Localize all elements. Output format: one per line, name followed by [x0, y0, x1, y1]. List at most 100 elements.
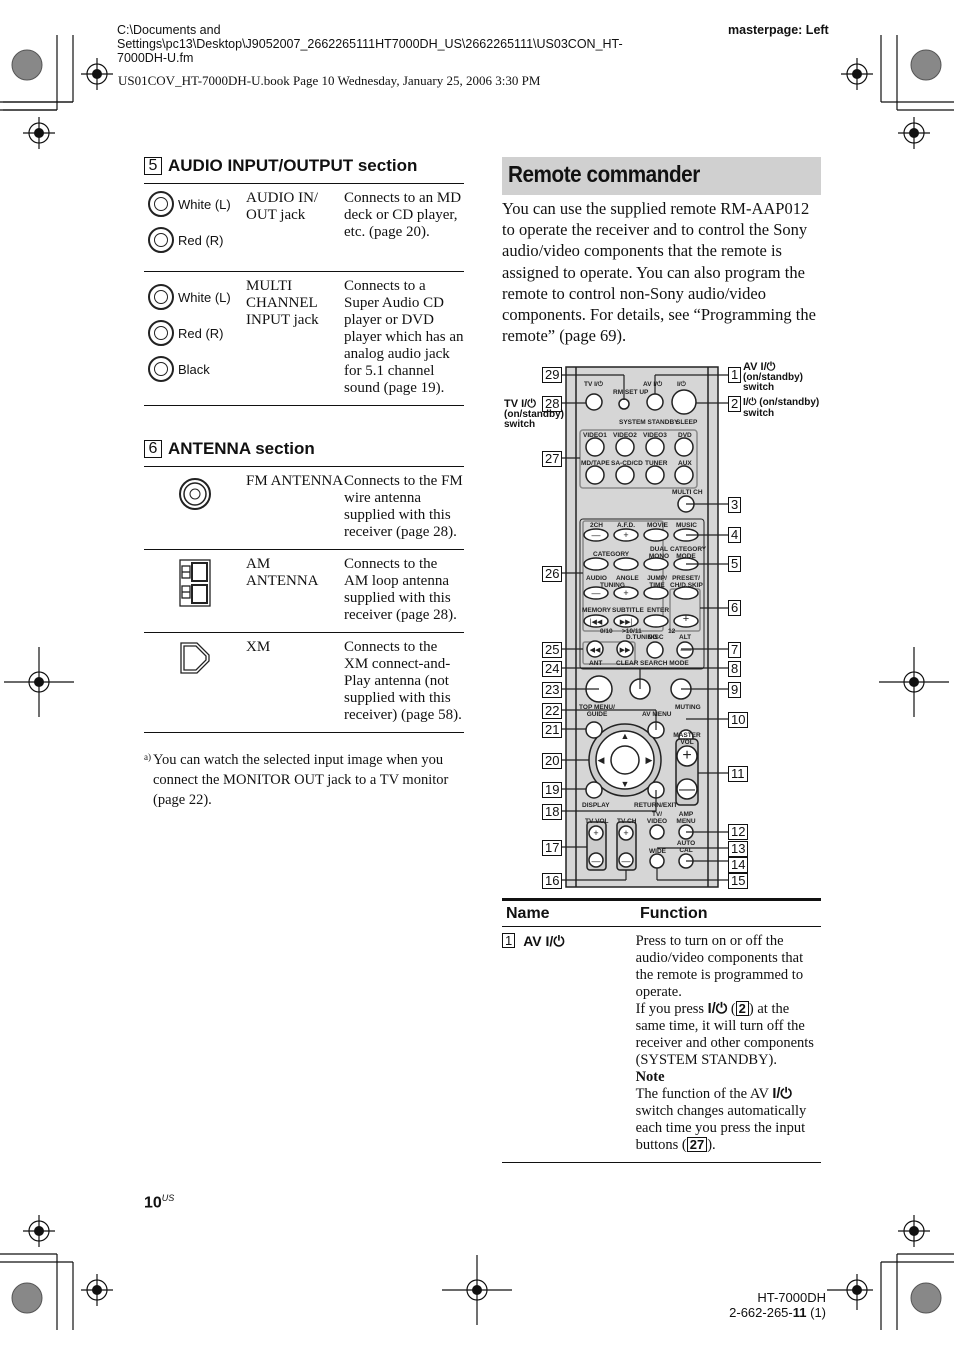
power-side-label: I/⏻ (on/standby) switch [743, 397, 819, 419]
function-desc: Press to turn on or off the audio/video … [636, 933, 821, 1154]
section-title: Remote commander [508, 161, 700, 187]
sleep-label: SLEEP [676, 419, 698, 426]
input-label: VIDEO1 [583, 432, 607, 439]
table-row: AM ANTENNA Connects to the AM loop anten… [144, 550, 464, 633]
rca-jack-icon [148, 284, 174, 310]
memory-label: MEMORY [582, 607, 612, 614]
callout-5: 5 [728, 556, 742, 572]
header-name: Name [506, 905, 550, 922]
path-line: C:\Documents and [117, 23, 221, 37]
tv-video-label: TV/ VIDEO [646, 811, 668, 825]
jump-time-label: JUMP/ TIME [647, 575, 667, 589]
footnote-text: You can watch the selected input image w… [153, 752, 449, 808]
svg-text:|◀◀: |◀◀ [590, 619, 603, 626]
callout-12: 12 [728, 824, 749, 840]
xm-connector-icon [180, 642, 210, 674]
item-ref: 2 [735, 1001, 749, 1016]
av-power-label: AV I/⏻ [643, 381, 663, 388]
masterpage-label: masterpage: Left [728, 23, 829, 37]
path-line: Settings\pc13\Desktop\J9052007_266226511… [117, 37, 623, 51]
svg-text:+: + [682, 747, 691, 764]
svg-text:—: — [592, 856, 601, 866]
sound-label: A.F.D. [617, 522, 636, 529]
svg-text:◀◀: ◀◀ [590, 647, 601, 654]
label-line: AV I/⏻ [743, 361, 776, 373]
callout-23: 23 [542, 682, 563, 698]
text-span: If you press [635, 1001, 708, 1017]
callout-16: 16 [542, 873, 563, 889]
input-label: AUX [678, 460, 692, 467]
callout-19: 19 [542, 782, 563, 798]
callout-22: 22 [542, 703, 563, 719]
rca-jack-icon [148, 191, 174, 217]
callout-13: 13 [728, 841, 749, 857]
callout-21: 21 [542, 722, 563, 738]
footnote-mark: a) [144, 752, 151, 762]
tv-ch-label: TV CH [617, 818, 637, 825]
audio-table: White (L) Red (R) AUDIO IN/ OUT jack Con… [144, 183, 464, 406]
callout-8: 8 [728, 661, 742, 677]
top-menu-label: TOP MENU/ GUIDE [579, 704, 615, 718]
rm-setup-label: RM SET UP [613, 389, 649, 396]
antenna-name: AM ANTENNA [246, 556, 319, 589]
callout-25: 25 [542, 642, 563, 658]
clear-label: CLEAR [616, 660, 639, 667]
item-ref: 27 [686, 1137, 708, 1152]
callout-7: 7 [728, 642, 742, 658]
callout-14: 14 [728, 857, 749, 873]
text-span: 11 [792, 1305, 807, 1320]
header-function: Function [640, 905, 708, 922]
callout-11: 11 [728, 766, 748, 782]
jack-name: AUDIO IN/ OUT jack [246, 190, 319, 223]
sound-label: MUSIC [676, 522, 697, 529]
disc-label: DISC [648, 634, 664, 641]
audio-section: 5 AUDIO INPUT/OUTPUT section White (L) R… [144, 156, 464, 406]
svg-text:—: — [679, 781, 695, 798]
alt-label: ALT [679, 634, 692, 641]
desc-paragraph: If you press I/⏻ (2) at the same time, i… [635, 1001, 814, 1068]
text-span: switch changes automatically each time y… [635, 1103, 807, 1153]
callout-2: 2 [728, 396, 742, 412]
svg-text:—: — [592, 530, 601, 540]
wide-label: WIDE [649, 848, 666, 855]
text-span: The function of the AV [635, 1086, 773, 1102]
text-span: (1) [806, 1305, 826, 1320]
av-power-side-label: AV I/⏻ (on/standby) switch [743, 362, 803, 394]
book-info: US01COV_HT-7000DH-U.book Page 10 Wednesd… [118, 73, 541, 88]
power-symbol: I/⏻ [707, 1001, 728, 1017]
callout-27: 27 [542, 451, 563, 467]
svg-text:▶▶: ▶▶ [620, 647, 631, 654]
jack-red: Red (R) [148, 227, 246, 253]
preset-label: PRESET/ CH/D.SKIP [670, 575, 703, 589]
tv-vol-label: TV VOL [585, 818, 609, 825]
footnote: a) You can watch the selected input imag… [144, 750, 464, 810]
svg-text:—: — [681, 644, 692, 656]
av-menu-label: AV MENU [642, 711, 672, 718]
jack-desc: Connects to an MD deck or CD player, etc… [344, 190, 462, 240]
jack-white: White (L) [148, 284, 246, 310]
antenna-table: FM ANTENNA Connects to the FM wire anten… [144, 466, 464, 733]
callout-29: 29 [542, 367, 563, 383]
svg-text:◀: ◀ [598, 755, 605, 765]
svg-text:+: + [623, 588, 628, 598]
fm-coax-connector-icon [179, 478, 211, 510]
page-suffix: US [161, 1193, 175, 1203]
text-span: ). [707, 1137, 716, 1153]
desc-paragraph: Press to turn on or off the audio/video … [635, 933, 804, 1000]
section-number: 5 [144, 157, 162, 175]
section-title: ANTENNA section [168, 439, 315, 458]
model-name: HT-7000DH [757, 1290, 826, 1305]
master-vol-label: MASTER VOL [673, 732, 701, 746]
label-line: switch [743, 382, 775, 393]
svg-text:+: + [683, 613, 689, 625]
jack-black: Black [148, 356, 246, 382]
remote-diagram: — + — + + — + — + — — + |◀◀ ▶▶| ◀◀ ▶▶ ▲ ▼ ◀ ▶ [500, 362, 830, 892]
am-terminal-icon [179, 559, 211, 607]
callout-1: 1 [728, 367, 742, 383]
jack-label: White (L) [178, 289, 231, 305]
muting-label: MUTING [675, 704, 701, 711]
jack-white: White (L) [148, 191, 246, 217]
jack-label: Red (R) [178, 325, 224, 341]
svg-text:—: — [592, 588, 601, 598]
callout-4: 4 [728, 527, 742, 543]
